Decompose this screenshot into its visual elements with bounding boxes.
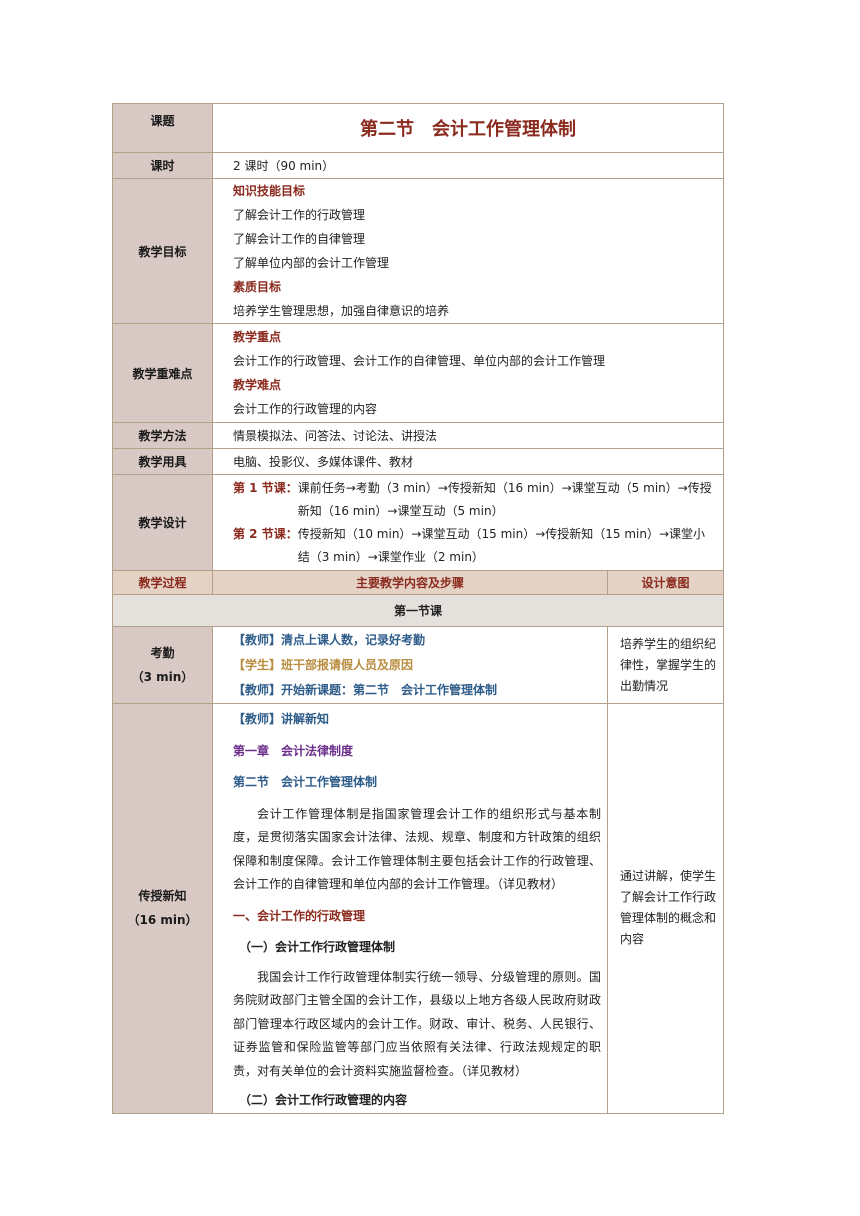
- attendance-time: （3 min）: [131, 670, 194, 684]
- teach-subheading-2: （二）会计工作行政管理的内容: [239, 1093, 408, 1107]
- tools-label: 教学用具: [112, 448, 213, 475]
- attendance-new-topic-line: 【教师】开始新课题：第二节 会计工作管理体制: [233, 682, 498, 697]
- tools-value: 电脑、投影仪、多媒体课件、教材: [212, 448, 724, 475]
- difficult-text: 会计工作的行政管理的内容: [233, 402, 378, 416]
- objectives-quality-heading: 素质目标: [233, 280, 282, 294]
- lesson-plan-table: 课题 第二节 会计工作管理体制 课时 2 课时（90 min） 教学目标 知识技…: [112, 103, 724, 1114]
- tools-row: 教学用具 电脑、投影仪、多媒体课件、教材: [112, 448, 724, 475]
- design-session-2-label: 第 2 节课：: [233, 526, 298, 541]
- design-label: 教学设计: [112, 474, 213, 571]
- teach-section: 第二节 会计工作管理体制: [233, 775, 378, 789]
- teach-chapter: 第一章 会计法律制度: [233, 743, 354, 758]
- hours-row: 课时 2 课时（90 min）: [112, 152, 724, 179]
- lesson-title: 第二节 会计工作管理体制: [212, 103, 724, 153]
- hours-value: 2 课时（90 min）: [212, 152, 724, 179]
- attendance-teacher-line: 【教师】清点上课人数，记录好考勤: [233, 632, 426, 647]
- teach-row: 传授新知 （16 min） 【教师】讲解新知 第一章 会计法律制度 第二节 会计…: [112, 703, 724, 1114]
- attendance-label: 考勤: [150, 646, 175, 660]
- methods-row: 教学方法 情景模拟法、问答法、讨论法、讲授法: [112, 422, 724, 449]
- attendance-student-line: 【学生】班干部报请假人员及原因: [233, 657, 414, 672]
- objective-item: 了解单位内部的会计工作管理: [233, 256, 390, 270]
- key-points-label: 教学重难点: [112, 323, 213, 423]
- teach-time: （16 min）: [127, 913, 198, 928]
- topic-row: 课题 第二节 会计工作管理体制: [112, 103, 724, 153]
- key-points-row: 教学重难点 教学重点 会计工作的行政管理、会计工作的自律管理、单位内部的会计工作…: [112, 323, 724, 423]
- teach-content: 【教师】讲解新知 第一章 会计法律制度 第二节 会计工作管理体制 会计工作管理体…: [212, 703, 608, 1114]
- teach-intent: 通过讲解，使学生了解会计工作行政管理体制的概念和内容: [607, 703, 724, 1114]
- design-session-1: 第 1 节课： 课前任务→考勤（3 min）→传授新知（16 min）→课堂互动…: [233, 477, 717, 523]
- process-header-col1: 教学过程: [112, 570, 213, 595]
- design-content: 第 1 节课： 课前任务→考勤（3 min）→传授新知（16 min）→课堂互动…: [212, 474, 724, 571]
- teach-label: 传授新知: [138, 889, 187, 904]
- objectives-row: 教学目标 知识技能目标 了解会计工作的行政管理 了解会计工作的自律管理 了解单位…: [112, 178, 724, 324]
- key-points-content: 教学重点 会计工作的行政管理、会计工作的自律管理、单位内部的会计工作管理 教学难…: [212, 323, 724, 423]
- design-session-1-label: 第 1 节课：: [233, 480, 298, 495]
- teach-paragraph-2: 我国会计工作行政管理体制实行统一领导、分级管理的原则。国务院财政部门主管全国的会…: [233, 969, 601, 1078]
- design-row: 教学设计 第 1 节课： 课前任务→考勤（3 min）→传授新知（16 min）…: [112, 474, 724, 571]
- difficult-heading: 教学难点: [233, 378, 282, 392]
- objective-item: 了解会计工作的行政管理: [233, 208, 366, 222]
- methods-value: 情景模拟法、问答法、讨论法、讲授法: [212, 422, 724, 449]
- design-session-2: 第 2 节课： 传授新知（10 min）→课堂互动（15 min）→传授新知（1…: [233, 523, 717, 569]
- design-session-2-text: 传授新知（10 min）→课堂互动（15 min）→传授新知（15 min）→课…: [297, 526, 706, 564]
- teach-heading-1: 一、会计工作的行政管理: [233, 908, 366, 923]
- key-heading: 教学重点: [233, 330, 282, 344]
- teach-label-cell: 传授新知 （16 min）: [112, 703, 213, 1114]
- objective-quality: 培养学生管理思想，加强自律意识的培养: [233, 304, 450, 318]
- objectives-label: 教学目标: [112, 178, 213, 324]
- design-session-1-text: 课前任务→考勤（3 min）→传授新知（16 min）→课堂互动（5 min）→…: [297, 480, 712, 518]
- teach-paragraph-1: 会计工作管理体制是指国家管理会计工作的组织形式与基本制度，是贯彻落实国家会计法律…: [233, 806, 601, 892]
- objective-item: 了解会计工作的自律管理: [233, 232, 366, 246]
- objectives-knowledge-heading: 知识技能目标: [233, 184, 306, 198]
- objectives-content: 知识技能目标 了解会计工作的行政管理 了解会计工作的自律管理 了解单位内部的会计…: [212, 178, 724, 324]
- hours-label: 课时: [112, 152, 213, 179]
- teach-teacher-line: 【教师】讲解新知: [233, 712, 330, 726]
- attendance-row: 考勤 （3 min） 【教师】清点上课人数，记录好考勤 【学生】班干部报请假人员…: [112, 626, 724, 704]
- key-text: 会计工作的行政管理、会计工作的自律管理、单位内部的会计工作管理: [233, 354, 606, 368]
- attendance-label-cell: 考勤 （3 min）: [112, 626, 213, 704]
- teach-subheading-1: （一）会计工作行政管理体制: [239, 940, 396, 954]
- process-header-row: 教学过程 主要教学内容及步骤 设计意图: [112, 570, 724, 595]
- section-row: 第一节课: [112, 594, 724, 627]
- process-header-col2: 主要教学内容及步骤: [212, 570, 608, 595]
- section-title: 第一节课: [112, 594, 724, 627]
- attendance-intent: 培养学生的组织纪律性，掌握学生的出勤情况: [607, 626, 724, 704]
- topic-label: 课题: [112, 103, 213, 153]
- methods-label: 教学方法: [112, 422, 213, 449]
- process-header-col3: 设计意图: [607, 570, 724, 595]
- attendance-content: 【教师】清点上课人数，记录好考勤 【学生】班干部报请假人员及原因 【教师】开始新…: [212, 626, 608, 704]
